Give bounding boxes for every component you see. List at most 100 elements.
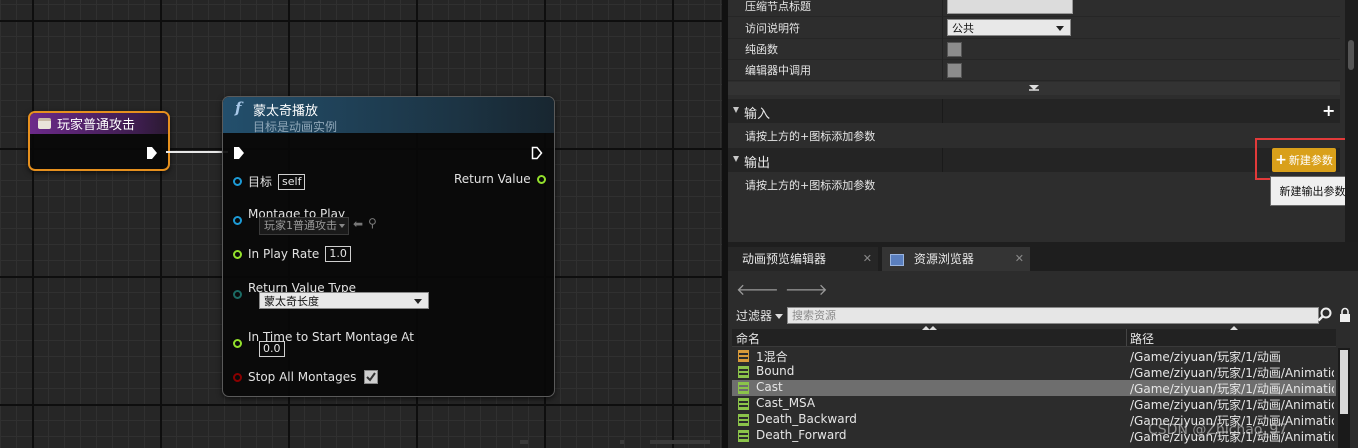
asset-search-input[interactable]: 搜索资源 — [787, 307, 1319, 324]
return-type-select[interactable]: 蒙太奇长度 — [259, 292, 429, 309]
function-node-header: f 蒙太奇播放 目标是动画实例 — [223, 97, 554, 134]
function-node-subtitle: 目标是动画实例 — [253, 120, 338, 134]
column-name[interactable]: 命名 — [736, 330, 760, 347]
expand-down-icon — [1029, 85, 1039, 91]
animation-asset-icon — [738, 430, 749, 442]
outputs-hint: 请按上方的+图标添加参数 — [745, 179, 876, 192]
asset-path: /Game/ziyuan/玩家/1/动画/Animatio — [1130, 366, 1334, 380]
pure-function-checkbox[interactable] — [947, 42, 962, 57]
play-rate-pin[interactable]: In Play Rate 1.0 — [233, 246, 351, 262]
forward-arrow-icon[interactable]: 🡒 — [785, 280, 834, 299]
float-pin-icon — [233, 249, 242, 259]
exec-output-pin-icon[interactable] — [531, 146, 543, 160]
target-pin-label: 目标 — [248, 175, 273, 189]
return-type-value: 蒙太奇长度 — [264, 295, 319, 308]
blueprint-graph[interactable]: 玩家普通攻击 f 蒙太奇播放 目标是动画实例 目标 self Return Va… — [0, 0, 722, 448]
object-pin-icon — [233, 216, 242, 225]
new-parameter-label: 新建参数 — [1288, 154, 1333, 167]
animation-asset-icon — [738, 382, 749, 394]
new-parameter-button[interactable]: + 新建参数 — [1272, 148, 1336, 172]
compress-title-row: 压缩节点标题 — [728, 0, 1340, 17]
advanced-expand-bar[interactable] — [728, 82, 1340, 95]
asset-row[interactable]: Cast/Game/ziyuan/玩家/1/动画/Animatio — [732, 380, 1336, 396]
stop-all-checkbox[interactable] — [364, 370, 379, 384]
function-node[interactable]: f 蒙太奇播放 目标是动画实例 目标 self Return Value Mon… — [222, 96, 555, 397]
stop-all-pin[interactable]: Stop All Montages — [233, 370, 379, 384]
asset-row[interactable]: Bound/Game/ziyuan/玩家/1/动画/Animatio — [732, 364, 1336, 380]
lock-icon[interactable] — [1338, 307, 1352, 323]
tab-label: 动画预览编辑器 — [742, 252, 827, 266]
watermark: CSDN @Zhichao_97 — [1148, 422, 1288, 438]
asset-row[interactable]: Cast_MSA/Game/ziyuan/玩家/1/动画/Animatio — [732, 396, 1336, 412]
inputs-category-label: 输入 — [744, 107, 771, 122]
filter-dropdown[interactable]: 过滤器 — [736, 307, 784, 324]
montage-select[interactable]: 玩家1普通攻击 — [259, 217, 349, 235]
checkmark-icon — [366, 372, 377, 382]
event-node[interactable]: 玩家普通攻击 — [28, 111, 170, 171]
close-icon[interactable]: ✕ — [863, 247, 872, 271]
chevron-down-icon — [1056, 26, 1064, 31]
event-node-header: 玩家普通攻击 — [30, 113, 168, 134]
animation-asset-icon — [738, 366, 749, 378]
enum-pin-icon — [233, 290, 242, 299]
search-placeholder: 搜索资源 — [792, 309, 836, 322]
call-in-editor-row: 编辑器中调用 — [728, 59, 1340, 81]
browse-search-icon[interactable]: ⚲ — [368, 216, 377, 230]
asset-row[interactable]: 1混合/Game/ziyuan/玩家/1/动画 — [732, 348, 1336, 364]
exec-input-pin-icon[interactable] — [233, 146, 245, 160]
asset-list-scrollbar[interactable] — [1338, 348, 1350, 448]
inputs-category[interactable]: 输入 — [728, 99, 1340, 123]
details-scrollbar[interactable] — [1345, 0, 1358, 242]
asset-list-header: 命名 路径 — [732, 326, 1336, 347]
history-nav: 🡐🡒 — [736, 279, 834, 299]
animation-asset-icon — [738, 350, 749, 362]
function-icon: f — [235, 99, 242, 117]
outputs-category-label: 输出 — [744, 156, 771, 171]
collapse-arrow-icon — [733, 156, 739, 162]
tab-content-browser[interactable]: 资源浏览器 ✕ — [882, 247, 1030, 271]
animation-asset-icon — [738, 414, 749, 426]
asset-name: Cast — [756, 380, 783, 394]
column-path[interactable]: 路径 — [1130, 330, 1154, 347]
play-rate-input[interactable]: 1.0 — [325, 246, 351, 262]
compress-title-field[interactable] — [947, 0, 1073, 14]
start-time-input[interactable]: 0.0 — [259, 341, 285, 357]
add-input-plus-icon[interactable]: + — [1322, 101, 1335, 120]
collapse-arrow-icon — [733, 107, 739, 113]
asset-name: Death_Forward — [756, 428, 847, 442]
object-pin-icon — [233, 177, 242, 186]
access-specifier-row: 访问说明符 公共 — [728, 17, 1340, 39]
chevron-down-icon — [339, 224, 345, 228]
call-in-editor-checkbox[interactable] — [947, 63, 962, 78]
graph-scrollbar[interactable] — [520, 440, 710, 444]
content-browser-icon — [890, 253, 904, 266]
compress-title-label: 压缩节点标题 — [745, 0, 811, 13]
target-value: self — [278, 173, 306, 190]
asset-browser-panel: 动画预览编辑器 ✕ 资源浏览器 ✕ 🡐🡒 过滤器 搜索资源 命名 路径 1混合 … — [728, 242, 1358, 448]
animation-asset-icon — [738, 398, 749, 410]
tab-anim-preview-editor[interactable]: 动画预览编辑器 ✕ — [728, 247, 878, 271]
access-specifier-select[interactable]: 公共 — [947, 19, 1071, 36]
use-selected-arrow-icon[interactable]: ⬅ — [353, 217, 363, 231]
custom-event-icon — [38, 118, 51, 129]
asset-path: /Game/ziyuan/玩家/1/动画/Animatio — [1130, 398, 1334, 412]
tab-label: 资源浏览器 — [913, 252, 974, 266]
search-icon[interactable] — [1317, 307, 1332, 322]
bool-pin-icon — [233, 372, 242, 382]
asset-name: 1混合 — [756, 350, 788, 364]
new-output-tooltip: 新建输出参数 — [1270, 176, 1355, 206]
close-icon[interactable]: ✕ — [1015, 247, 1024, 271]
outputs-category[interactable]: 输出 — [728, 148, 1340, 172]
event-node-title: 玩家普通攻击 — [57, 118, 136, 133]
back-arrow-icon[interactable]: 🡐 — [736, 280, 785, 299]
details-panel: 压缩节点标题 访问说明符 公共 纯函数 编辑器中调用 输入 + 请按上方的+图标… — [728, 0, 1358, 242]
chevron-down-icon — [414, 299, 422, 304]
asset-name: Cast_MSA — [756, 396, 816, 410]
exec-output-pin-icon[interactable] — [146, 146, 158, 160]
pure-function-row: 纯函数 — [728, 38, 1340, 60]
target-pin[interactable]: 目标 self — [233, 173, 306, 190]
montage-select-value: 玩家1普通攻击 — [264, 219, 337, 232]
exec-wire — [166, 151, 228, 153]
float-pin-icon — [536, 174, 546, 184]
return-value-pin[interactable]: Return Value — [454, 172, 546, 186]
